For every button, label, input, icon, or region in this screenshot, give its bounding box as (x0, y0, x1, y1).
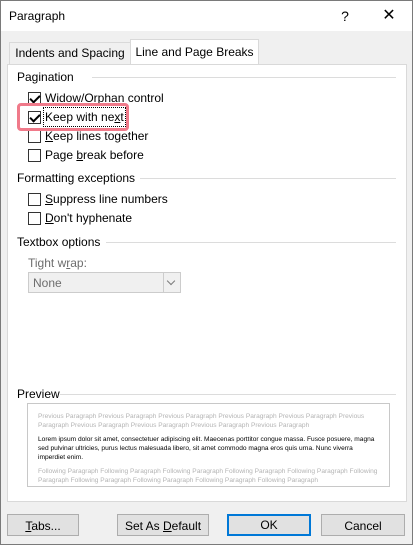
preview-separator (60, 394, 396, 395)
dialog-title: Paragraph (9, 9, 66, 23)
checkbox-box[interactable] (28, 149, 41, 162)
title-bar: Paragraph ? ✕ (1, 1, 412, 31)
cancel-button[interactable]: Cancel (321, 514, 405, 536)
ok-button[interactable]: OK (227, 514, 311, 536)
help-button[interactable]: ? (323, 1, 367, 31)
highlight-annotation (17, 103, 129, 131)
checkbox-box[interactable] (28, 212, 41, 225)
tight-wrap-value: None (33, 276, 62, 290)
chevron-down-icon[interactable] (163, 273, 180, 292)
tab-strip: Indents and Spacing Line and Page Breaks (1, 39, 412, 65)
close-button[interactable]: ✕ (367, 1, 411, 31)
checkbox-label: Don't hyphenate (45, 211, 133, 225)
tab-line-and-page-breaks[interactable]: Line and Page Breaks (130, 39, 259, 65)
checkbox-box[interactable] (28, 130, 41, 143)
checkbox-label: Suppress line numbers (45, 192, 168, 206)
preview-box: Previous Paragraph Previous Paragraph Pr… (27, 403, 390, 487)
tabs-button[interactable]: Tabs... (7, 514, 79, 536)
pagination-heading: Pagination (17, 70, 74, 84)
preview-following-paragraph: Following Paragraph Following Paragraph … (38, 468, 378, 484)
tab-indents-and-spacing[interactable]: Indents and Spacing (9, 42, 131, 64)
preview-current-paragraph: Lorem ipsum dolor sit amet, consectetuer… (38, 436, 375, 461)
preview-previous-paragraph: Previous Paragraph Previous Paragraph Pr… (38, 413, 365, 429)
tight-wrap-select[interactable]: None (28, 272, 181, 293)
checkbox-box[interactable] (28, 193, 41, 206)
formatting-separator (140, 178, 396, 179)
checkbox-label: Page break before (45, 148, 144, 162)
textbox-separator (106, 242, 396, 243)
formatting-exceptions-heading: Formatting exceptions (17, 171, 136, 185)
set-as-default-button[interactable]: Set As Default (117, 514, 209, 536)
paragraph-dialog: Paragraph ? ✕ Indents and Spacing Line a… (0, 0, 413, 545)
tight-wrap-label: Tight wrap: (28, 256, 87, 270)
pagination-separator (92, 77, 396, 78)
preview-heading: Preview (17, 387, 60, 401)
textbox-options-heading: Textbox options (17, 235, 101, 249)
